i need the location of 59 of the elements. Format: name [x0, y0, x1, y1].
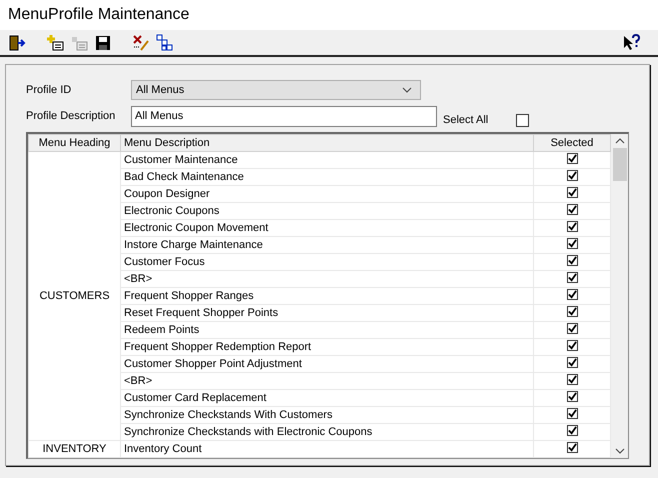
- table-cell: Customer Focus: [120, 254, 534, 270]
- table-cell: Coupon Designer: [120, 186, 534, 202]
- row-checkbox[interactable]: [566, 221, 578, 232]
- add-record-icon[interactable]: [46, 34, 64, 52]
- row-checkbox[interactable]: [566, 153, 578, 164]
- column-header[interactable]: Selected: [534, 134, 610, 152]
- table-cell: Synchronize Checkstands With Customers: [120, 406, 534, 424]
- table-cell: <BR>: [120, 372, 534, 390]
- table-cell: Bad Check Maintenance: [120, 168, 534, 186]
- table-cell: CUSTOMERS: [28, 152, 120, 440]
- table-cell: Customer Maintenance: [120, 152, 534, 168]
- table-cell: <BR>: [120, 270, 534, 288]
- table-cell: Frequent Shopper Redemption Report: [120, 338, 534, 356]
- scroll-up-icon[interactable]: [614, 138, 624, 144]
- table-cell: Electronic Coupon Movement: [120, 220, 534, 236]
- delete-icon[interactable]: [132, 34, 150, 52]
- row-checkbox[interactable]: [566, 306, 578, 317]
- table-cell: Instore Charge Maintenance: [120, 236, 534, 254]
- help-icon[interactable]: [622, 34, 640, 52]
- table-cell: Customer Card Replacement: [120, 390, 534, 406]
- column-header[interactable]: Menu Description: [120, 134, 534, 152]
- row-checkbox[interactable]: [566, 408, 578, 419]
- vertical-scrollbar[interactable]: [611, 134, 628, 458]
- row-checkbox[interactable]: [566, 340, 578, 351]
- row-checkbox[interactable]: [566, 374, 578, 385]
- table-cell: Frequent Shopper Ranges: [120, 288, 534, 304]
- column-header[interactable]: Menu Heading: [28, 134, 120, 152]
- scroll-down-icon[interactable]: [614, 448, 624, 454]
- chevron-down-icon: [402, 87, 412, 93]
- door-icon[interactable]: [8, 34, 26, 52]
- table-cell: Redeem Points: [120, 322, 534, 338]
- table-cell: Inventory Count: [120, 440, 534, 458]
- row-checkbox[interactable]: [566, 204, 578, 215]
- row-checkbox[interactable]: [566, 170, 578, 181]
- save-icon[interactable]: [94, 34, 112, 52]
- row-checkbox[interactable]: [566, 425, 578, 436]
- scroll-thumb[interactable]: [612, 148, 626, 181]
- row-checkbox[interactable]: [566, 391, 578, 402]
- window-title: MenuProfile Maintenance: [0, 0, 658, 30]
- row-checkbox[interactable]: [566, 255, 578, 266]
- row-checkbox[interactable]: [566, 272, 578, 283]
- table-cell: Reset Frequent Shopper Points: [120, 304, 534, 322]
- profile-id-dropdown[interactable]: All Menus: [131, 80, 421, 100]
- profile-id-label: Profile ID: [26, 84, 72, 96]
- row-checkbox[interactable]: [566, 289, 578, 300]
- profile-description-label: Profile Description: [26, 110, 116, 122]
- tree-icon[interactable]: [156, 34, 174, 52]
- row-checkbox[interactable]: [566, 323, 578, 334]
- table-cell: Synchronize Checkstands with Electronic Coupons: [120, 424, 534, 440]
- profile-description-field[interactable]: All Menus: [131, 106, 437, 126]
- select-all-checkbox[interactable]: [516, 114, 530, 126]
- row-checkbox[interactable]: [566, 187, 578, 198]
- row-checkbox[interactable]: [566, 357, 578, 368]
- table-cell: Customer Shopper Point Adjustment: [120, 356, 534, 372]
- table-cell: Electronic Coupons: [120, 202, 534, 220]
- row-checkbox[interactable]: [566, 442, 578, 453]
- table-cell: INVENTORY: [28, 440, 120, 458]
- select-all-label: Select All: [443, 114, 488, 126]
- row-checkbox[interactable]: [566, 238, 578, 249]
